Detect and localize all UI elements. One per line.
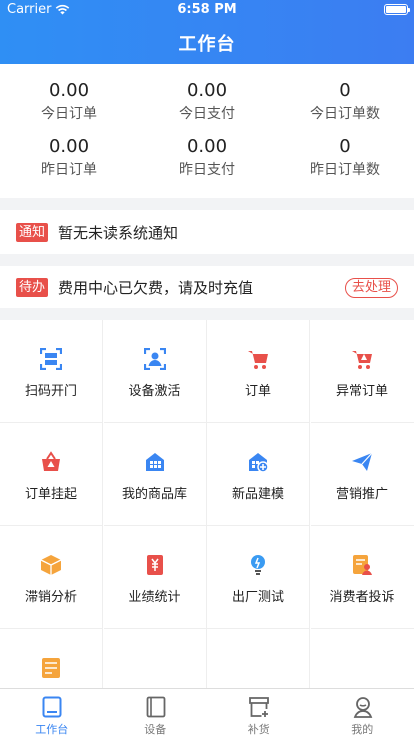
stat-today-order-count[interactable]: 0 今日订单数 xyxy=(276,80,414,124)
grid-item-scan-open[interactable]: 扫码开门 xyxy=(0,320,103,423)
tab-label: 我的 xyxy=(351,723,374,736)
box-icon xyxy=(40,555,62,575)
tab-label: 设备 xyxy=(144,723,167,736)
stat-value: 0 xyxy=(339,136,351,157)
grid-item-label: 营销推广 xyxy=(335,487,388,502)
stat-label: 今日订单数 xyxy=(310,106,380,122)
grid-item-orders[interactable]: 订单 xyxy=(207,320,310,423)
grid-item-consumer-complaints[interactable]: 消费者投诉 xyxy=(310,526,414,629)
tab-restock[interactable]: 补货 xyxy=(207,689,311,736)
grid-item-my-products[interactable]: 我的商品库 xyxy=(103,423,207,526)
grid-item-label: 消费者投诉 xyxy=(329,590,395,605)
paper-plane-icon xyxy=(351,452,372,471)
stat-label: 昨日订单 xyxy=(41,162,97,178)
tab-label: 工作台 xyxy=(35,723,69,736)
profile-icon xyxy=(353,697,372,718)
workbench-icon xyxy=(42,696,62,718)
basket-warning-icon xyxy=(42,451,60,471)
grid-item-label: 订单 xyxy=(244,384,271,399)
grid-item-abnormal-orders[interactable]: 异常订单 xyxy=(310,320,414,423)
todo-bar: 待办 费用中心已欠费，请及时充值 去处理 xyxy=(0,266,414,308)
device-activate-icon xyxy=(143,348,166,370)
grid-item-order-suspend[interactable]: 订单挂起 xyxy=(0,423,103,526)
todo-text: 费用中心已欠费，请及时充值 xyxy=(58,278,254,297)
bulb-icon xyxy=(251,555,265,575)
grid-item-label: 滞销分析 xyxy=(24,590,77,605)
grid-empty-cell xyxy=(207,629,310,688)
stat-yesterday-payment[interactable]: 0.00 昨日支付 xyxy=(138,136,276,180)
tab-device[interactable]: 设备 xyxy=(104,689,208,736)
grid-item-factory-test[interactable]: 出厂测试 xyxy=(207,526,310,629)
stat-value: 0 xyxy=(339,80,351,101)
tab-label: 补货 xyxy=(247,723,270,736)
grid-item-label: 异常订单 xyxy=(335,384,388,399)
grid-item-slow-sale-analysis[interactable]: 滞销分析 xyxy=(0,526,103,629)
todo-tag: 待办 xyxy=(16,277,49,297)
notice-text: 暂无未读系统通知 xyxy=(58,223,179,242)
stat-label: 昨日订单数 xyxy=(310,162,380,178)
grid-item-label: 业绩统计 xyxy=(128,590,181,605)
bottom-tab-bar: 工作台 设备 补货 我的 xyxy=(0,688,414,736)
stat-value: 0.00 xyxy=(48,136,90,157)
grid-item-label: 订单挂起 xyxy=(24,487,77,502)
grid-empty-cell xyxy=(104,629,207,688)
restock-icon xyxy=(249,697,269,717)
grid-item-label: 设备激活 xyxy=(128,384,181,399)
stat-today-payment[interactable]: 0.00 今日支付 xyxy=(138,80,276,124)
complaint-icon xyxy=(352,555,372,575)
grid-item-device-activate[interactable]: 设备激活 xyxy=(103,320,207,423)
grid-item-marketing[interactable]: 营销推广 xyxy=(310,423,414,526)
stat-value: 0.00 xyxy=(186,136,228,157)
device-icon xyxy=(146,696,165,718)
store-add-icon xyxy=(249,453,269,473)
stat-yesterday-order-count[interactable]: 0 昨日订单数 xyxy=(276,136,414,180)
battery-icon xyxy=(384,4,410,15)
tab-profile[interactable]: 我的 xyxy=(311,689,414,736)
stats-panel: 0.00 今日订单 0.00 今日支付 0 今日订单数 0.00 昨日订单 0.… xyxy=(0,64,414,198)
yen-icon xyxy=(146,555,163,575)
grid-item-label: 出厂测试 xyxy=(231,590,284,605)
store-icon xyxy=(145,453,164,471)
process-button[interactable]: 去处理 xyxy=(344,278,398,298)
stat-value: 0.00 xyxy=(48,80,90,101)
scan-icon xyxy=(40,348,62,370)
cart-warning-icon xyxy=(351,351,372,369)
stat-value: 0.00 xyxy=(186,80,228,101)
grid-item-new-modeling[interactable]: 新品建模 xyxy=(207,423,310,526)
function-grid: 扫码开门 设备激活 订单 异常订单 订单挂起 我的商品库 新品建模 营销推广 滞… xyxy=(0,320,414,688)
page-title: 工作台 xyxy=(178,34,236,55)
grid-item-label: 我的商品库 xyxy=(121,487,187,502)
clock: 6:58 PM xyxy=(177,2,237,17)
grid-empty-cell xyxy=(311,629,414,688)
stat-today-orders[interactable]: 0.00 今日订单 xyxy=(0,80,138,124)
grid-item-label: 新品建模 xyxy=(231,487,284,502)
list-icon xyxy=(42,658,60,678)
status-bar: Carrier 6:58 PM xyxy=(0,0,414,20)
grid-item-performance-stats[interactable]: 业绩统计 xyxy=(103,526,207,629)
cart-icon xyxy=(248,351,268,369)
notice-tag: 通知 xyxy=(16,222,49,242)
stat-label: 今日订单 xyxy=(41,106,97,122)
grid-item-label: 扫码开门 xyxy=(24,384,77,399)
tab-workbench[interactable]: 工作台 xyxy=(0,689,104,736)
app-header: Carrier 6:58 PM 工作台 xyxy=(0,0,414,64)
stat-label: 今日支付 xyxy=(179,106,235,122)
grid-item-list[interactable] xyxy=(0,629,103,688)
stat-yesterday-orders[interactable]: 0.00 昨日订单 xyxy=(0,136,138,180)
stat-label: 昨日支付 xyxy=(179,162,235,178)
system-notice-bar[interactable]: 通知 暂无未读系统通知 xyxy=(0,210,414,254)
